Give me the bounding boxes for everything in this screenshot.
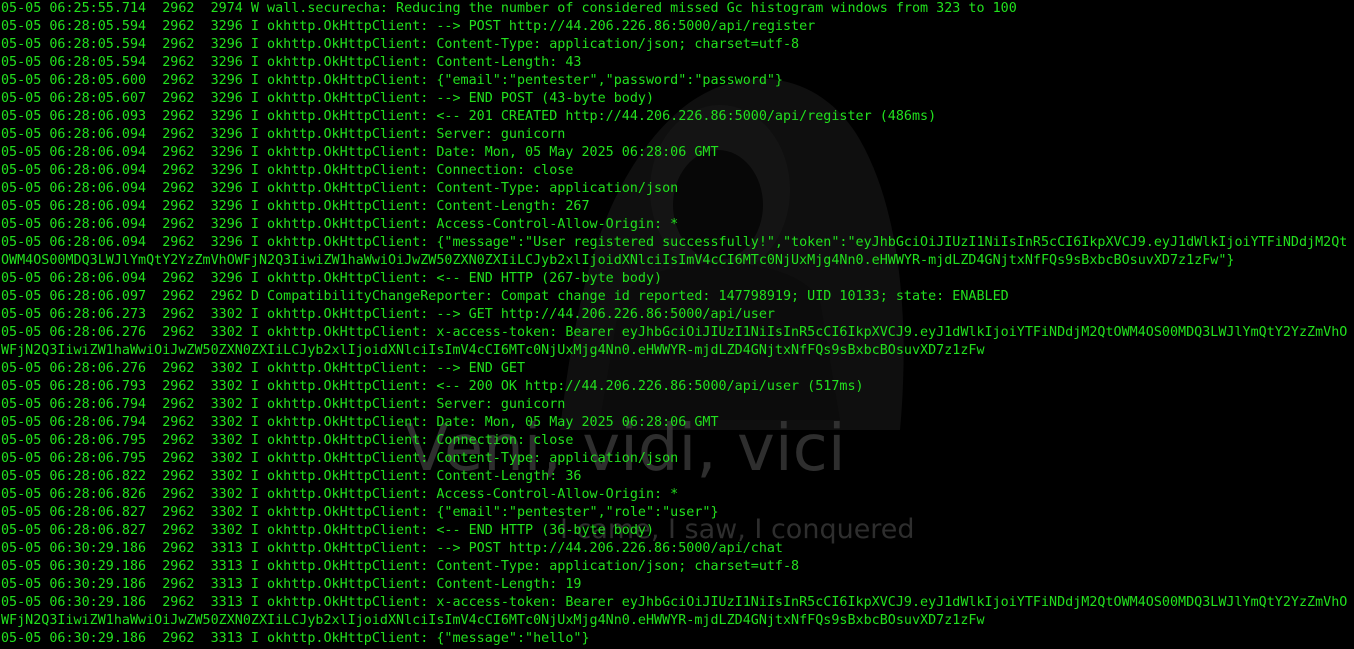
log-line: 05-05 06:28:06.793 2962 3302 I okhttp.Ok…: [1, 379, 864, 394]
log-line: 05-05 06:30:29.186 2962 3313 I okhttp.Ok…: [1, 631, 590, 646]
log-line: 05-05 06:28:06.794 2962 3302 I okhttp.Ok…: [1, 397, 566, 412]
log-line: 05-05 06:28:05.607 2962 3296 I okhttp.Ok…: [1, 91, 655, 106]
log-line: 05-05 06:28:05.594 2962 3296 I okhttp.Ok…: [1, 19, 816, 34]
log-line: 05-05 06:28:06.826 2962 3302 I okhttp.Ok…: [1, 487, 679, 502]
log-line: 05-05 06:28:06.093 2962 3296 I okhttp.Ok…: [1, 109, 937, 124]
log-line: 05-05 06:28:06.273 2962 3302 I okhttp.Ok…: [1, 307, 775, 322]
log-line: 05-05 06:30:29.186 2962 3313 I okhttp.Ok…: [1, 577, 582, 592]
log-line: 05-05 06:28:05.594 2962 3296 I okhttp.Ok…: [1, 55, 582, 70]
log-line: 05-05 06:28:06.276 2962 3302 I okhttp.Ok…: [1, 361, 526, 376]
logcat-output[interactable]: 05-05 06:25:55.714 2962 2974 W wall.secu…: [1, 0, 1353, 648]
log-line: 05-05 06:28:06.094 2962 3296 I okhttp.Ok…: [1, 217, 679, 232]
log-line: 05-05 06:25:55.714 2962 2974 W wall.secu…: [1, 1, 1017, 16]
log-line: 05-05 06:28:06.795 2962 3302 I okhttp.Ok…: [1, 451, 679, 466]
log-line: 05-05 06:28:06.094 2962 3296 I okhttp.Ok…: [1, 127, 566, 142]
log-line: 05-05 06:28:06.276 2962 3302 I okhttp.Ok…: [1, 325, 1348, 358]
terminal-window[interactable]: Veni, vidi, vici I came, I saw, I conque…: [0, 0, 1354, 649]
log-line: 05-05 06:30:29.186 2962 3313 I okhttp.Ok…: [1, 559, 800, 574]
log-line: 05-05 06:28:06.094 2962 3296 I okhttp.Ok…: [1, 163, 574, 178]
log-line: 05-05 06:28:06.827 2962 3302 I okhttp.Ok…: [1, 505, 719, 520]
log-line: 05-05 06:28:06.097 2962 2962 D Compatibi…: [1, 289, 1009, 304]
log-line: 05-05 06:28:05.594 2962 3296 I okhttp.Ok…: [1, 37, 800, 52]
log-line: 05-05 06:28:06.094 2962 3296 I okhttp.Ok…: [1, 271, 663, 286]
log-line: 05-05 06:28:06.094 2962 3296 I okhttp.Ok…: [1, 199, 590, 214]
log-line: 05-05 06:30:29.186 2962 3313 I okhttp.Ok…: [1, 595, 1348, 628]
log-line: 05-05 06:28:06.827 2962 3302 I okhttp.Ok…: [1, 523, 655, 538]
log-line: 05-05 06:30:29.186 2962 3313 I okhttp.Ok…: [1, 541, 783, 556]
log-line: 05-05 06:28:06.795 2962 3302 I okhttp.Ok…: [1, 433, 574, 448]
log-line: 05-05 06:28:06.094 2962 3296 I okhttp.Ok…: [1, 145, 719, 160]
log-line: 05-05 06:28:06.094 2962 3296 I okhttp.Ok…: [1, 181, 679, 196]
log-line: 05-05 06:28:06.794 2962 3302 I okhttp.Ok…: [1, 415, 719, 430]
log-line: 05-05 06:28:06.822 2962 3302 I okhttp.Ok…: [1, 469, 582, 484]
log-line: 05-05 06:28:05.600 2962 3296 I okhttp.Ok…: [1, 73, 783, 88]
log-line: 05-05 06:28:06.094 2962 3296 I okhttp.Ok…: [1, 235, 1348, 268]
